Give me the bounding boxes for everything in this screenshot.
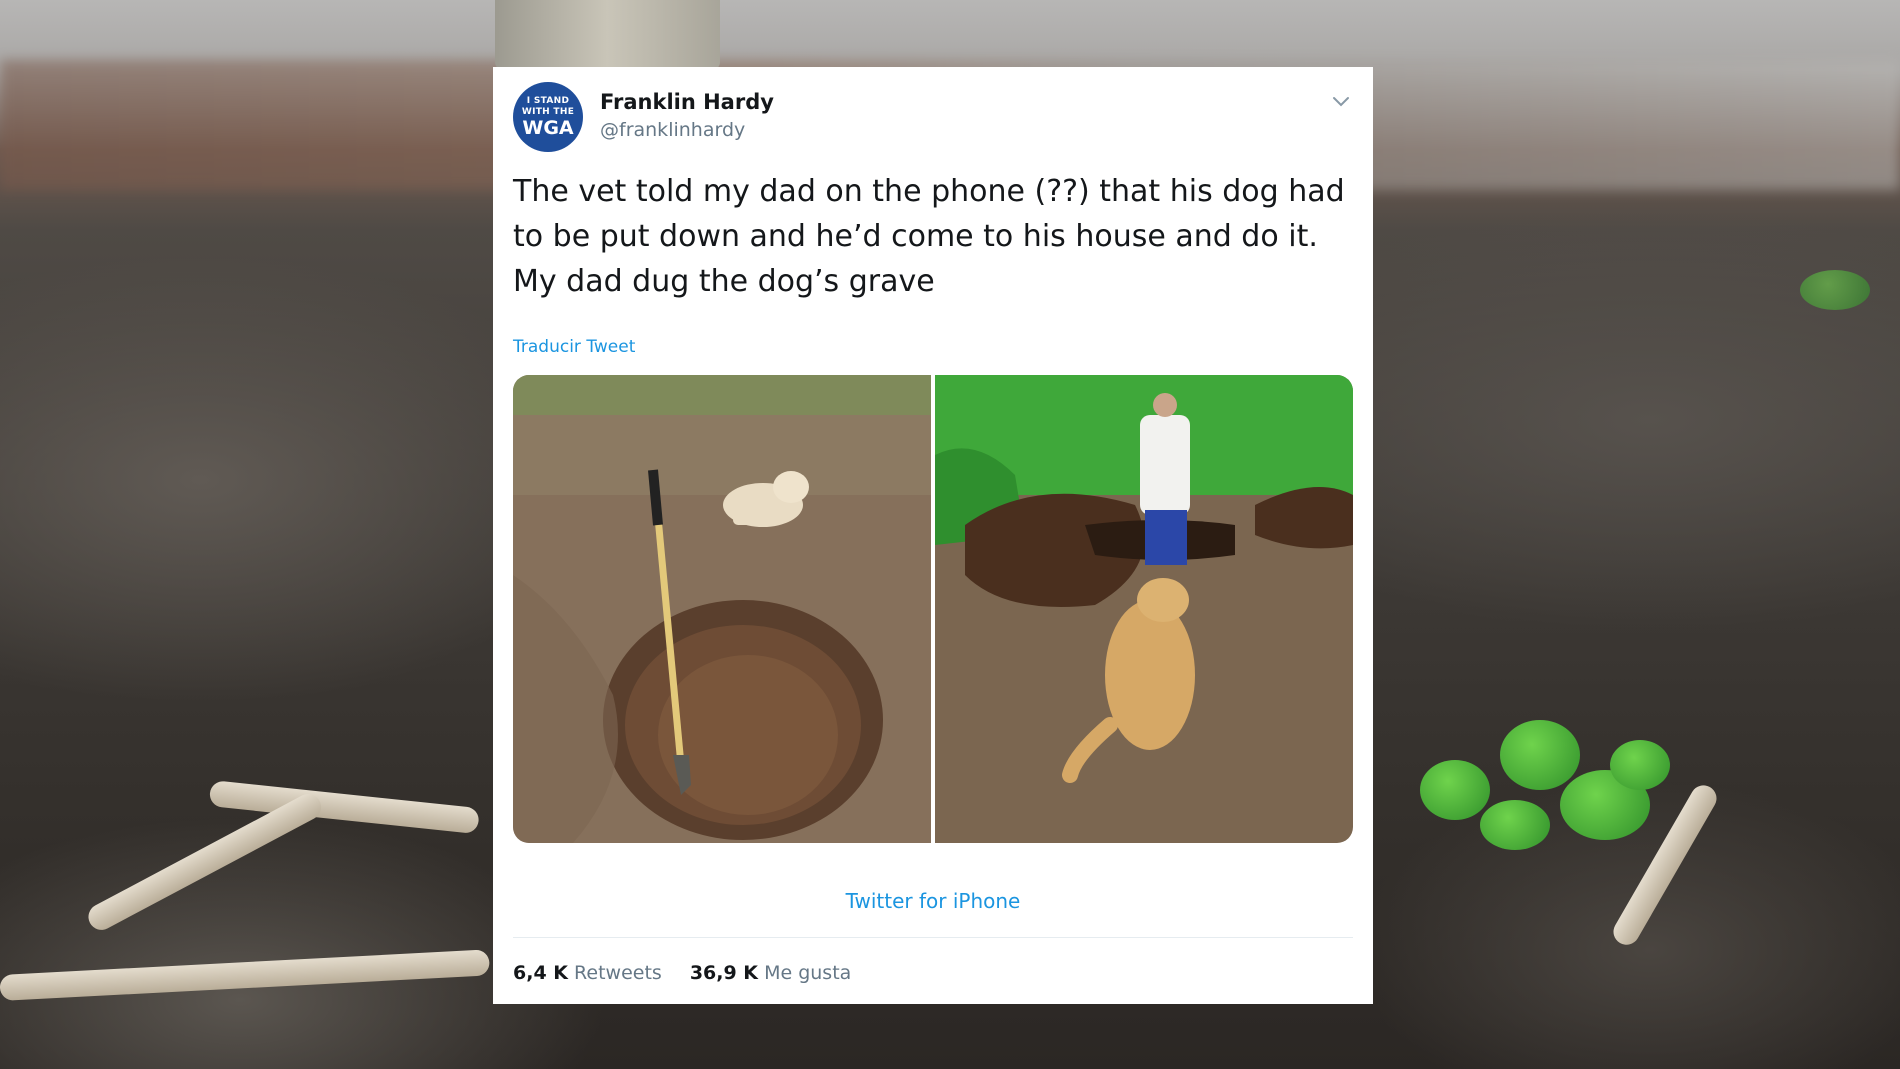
avatar[interactable]: I STAND WITH THE WGA [513,82,583,152]
stats-divider [513,937,1353,938]
tweet-media [513,375,1353,843]
user-handle[interactable]: @franklinhardy [600,119,745,141]
likes-label: Me gusta [764,962,852,984]
display-name[interactable]: Franklin Hardy [600,90,774,114]
chevron-down-icon[interactable] [1329,89,1353,113]
seedling-leaf [1800,270,1870,310]
photo-man-digging-grave-dog-watching[interactable] [935,375,1353,843]
photo-dog-beside-grave-with-shovel[interactable] [513,375,931,843]
avatar-badge-text: I STAND WITH THE [521,96,575,117]
retweets-stat[interactable]: 6,4 K Retweets [513,962,662,984]
likes-stat[interactable]: 36,9 K Me gusta [690,962,851,984]
likes-count: 36,9 K [689,962,759,984]
tweet-stats: 6,4 K Retweets 36,9 K Me gusta [513,962,851,984]
translate-tweet-link[interactable]: Traducir Tweet [513,337,635,357]
retweets-label: Retweets [574,962,662,984]
tweet-source-link[interactable]: Twitter for iPhone [493,889,1373,913]
tweet-text: The vet told my dad on the phone (??) th… [513,174,1345,299]
seedling-leaf [1480,800,1550,850]
seedling-leaf [1500,720,1580,790]
seedling-leaf [1610,740,1670,790]
avatar-badge-wga: WGA [522,117,574,139]
tweet-card: I STAND WITH THE WGA Franklin Hardy @fra… [493,67,1373,1004]
seedling-leaf [1420,760,1490,820]
retweets-count: 6,4 K [513,962,568,984]
shovel-handle-background [495,0,720,70]
